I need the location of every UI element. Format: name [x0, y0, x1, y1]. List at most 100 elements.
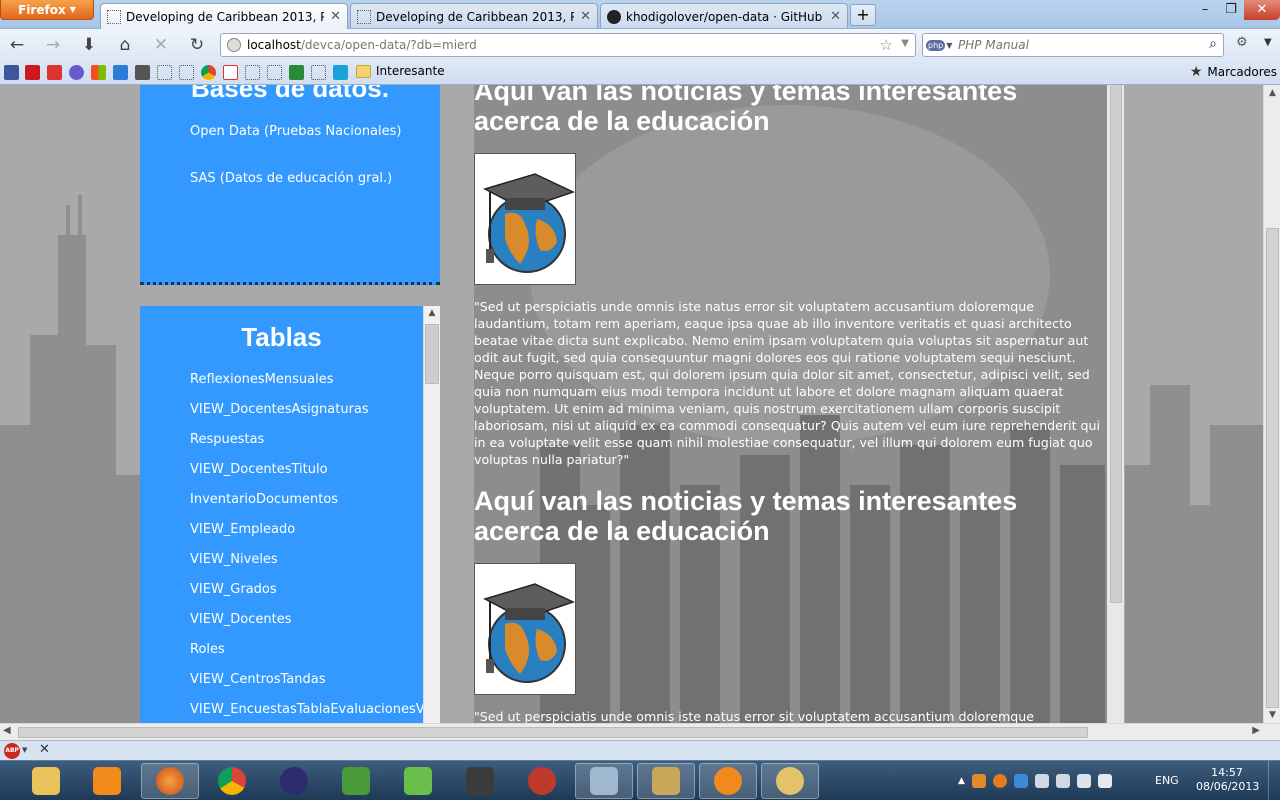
table-link[interactable]: Respuestas — [190, 432, 264, 447]
reload-icon[interactable]: ↻ — [186, 34, 208, 56]
back-icon[interactable]: ← — [6, 34, 28, 56]
table-link[interactable]: VIEW_Docentes — [190, 612, 292, 627]
bookmarks-menu-button[interactable]: ★ Marcadores — [1190, 64, 1277, 80]
search-engine-selector[interactable]: php ▼ — [926, 36, 954, 54]
close-window-button[interactable]: ✕ — [1244, 0, 1280, 20]
home-icon[interactable]: ⌂ — [114, 34, 136, 56]
table-link[interactable]: VIEW_DocentesTitulo — [190, 462, 328, 477]
table-link[interactable]: Roles — [190, 642, 225, 657]
network-icon[interactable] — [1055, 774, 1070, 788]
bookmark-star-icon[interactable]: ☆ — [880, 36, 893, 54]
volume-icon[interactable] — [1076, 774, 1091, 788]
page-icon[interactable] — [245, 65, 260, 80]
microsoft-icon[interactable] — [91, 65, 106, 80]
chevron-down-icon[interactable]: ▼ — [1264, 37, 1272, 48]
page-horizontal-scrollbar[interactable]: ◀ ▶ — [0, 723, 1280, 740]
table-link[interactable]: VIEW_Niveles — [190, 552, 278, 567]
chevron-up-icon[interactable]: ▲ — [958, 776, 965, 786]
language-indicator[interactable]: ENG — [1155, 774, 1179, 787]
show-desktop-button[interactable] — [1268, 761, 1280, 800]
addon-toolbar-icon[interactable]: ⚙ — [1236, 35, 1248, 50]
signal-icon[interactable] — [1097, 774, 1112, 788]
scroll-up-icon[interactable]: ▲ — [424, 308, 440, 318]
scrollbar-thumb[interactable] — [18, 727, 1088, 738]
minimize-button[interactable]: – — [1192, 0, 1218, 20]
chevron-down-icon[interactable]: ▼ — [22, 746, 27, 754]
search-icon[interactable]: ⌕ — [1209, 36, 1217, 52]
chrome-icon[interactable] — [201, 65, 216, 80]
facebook-icon[interactable] — [4, 65, 19, 80]
scrollbar-thumb[interactable] — [1110, 85, 1122, 603]
scrollbar-thumb[interactable] — [1266, 228, 1279, 708]
table-link[interactable]: ReflexionesMensuales — [190, 372, 334, 387]
tab-github[interactable]: khodigolover/open-data · GitHub ✕ — [600, 3, 848, 29]
scroll-right-icon[interactable]: ▶ — [1252, 725, 1260, 736]
taskbar-monitor[interactable] — [575, 763, 633, 799]
tab-developing-caribbean-1[interactable]: Developing de Caribbean 2013, Portal... … — [100, 3, 348, 29]
table-link[interactable]: VIEW_Empleado — [190, 522, 295, 537]
taskbar-media-player[interactable] — [78, 763, 136, 799]
page-icon[interactable] — [267, 65, 282, 80]
system-clock[interactable]: 14:57 08/06/2013 — [1196, 766, 1259, 794]
download-icon[interactable]: ⬇ — [78, 34, 100, 56]
url-bar[interactable]: localhost/devca/open-data/?db=mierd ☆ ▼ — [220, 33, 916, 57]
tray-app-icon[interactable] — [971, 774, 986, 788]
taskbar-eclipse[interactable] — [265, 763, 323, 799]
page-icon[interactable] — [179, 65, 194, 80]
firefox-menu-button[interactable]: Firefox ▼ — [0, 0, 94, 20]
page-icon[interactable] — [311, 65, 326, 80]
tab-title: Developing de Caribbean 2013, Portal... — [376, 9, 574, 24]
tray-app-icon[interactable] — [992, 774, 1007, 788]
taskbar-filezilla[interactable] — [513, 763, 571, 799]
tab-developing-caribbean-2[interactable]: Developing de Caribbean 2013, Portal... … — [350, 3, 598, 29]
table-link[interactable]: VIEW_Grados — [190, 582, 277, 597]
close-tab-icon[interactable]: ✕ — [330, 9, 341, 24]
bookmark-icon[interactable] — [113, 65, 128, 80]
chevron-down-icon[interactable]: ▼ — [901, 38, 909, 49]
close-addon-bar-icon[interactable]: ✕ — [39, 742, 50, 757]
youtube-icon[interactable] — [25, 65, 40, 80]
gmail-icon[interactable] — [223, 65, 238, 80]
sp-bookmark-icon[interactable] — [47, 65, 62, 80]
content-scrollbar[interactable] — [1107, 85, 1124, 723]
stop-icon[interactable]: ✕ — [150, 34, 172, 56]
scroll-left-icon[interactable]: ◀ — [3, 725, 11, 736]
page-vertical-scrollbar[interactable]: ▲ ▼ — [1263, 85, 1280, 723]
bookmark-icon[interactable] — [135, 65, 150, 80]
dropbox-icon[interactable] — [1013, 774, 1028, 788]
tables-scrollbar[interactable]: ▲ — [423, 306, 440, 723]
bookmark-icon[interactable] — [289, 65, 304, 80]
taskbar-firefox[interactable] — [141, 763, 199, 799]
new-tab-button[interactable]: + — [850, 4, 876, 26]
taskbar-editor[interactable] — [389, 763, 447, 799]
db-link-open-data[interactable]: Open Data (Pruebas Nacionales) — [140, 123, 440, 140]
bookmark-icon[interactable] — [69, 65, 84, 80]
taskbar-chrome[interactable] — [203, 763, 261, 799]
taskbar-paint[interactable] — [761, 763, 819, 799]
adblock-plus-icon[interactable]: ABP — [4, 743, 20, 759]
close-tab-icon[interactable]: ✕ — [580, 9, 591, 24]
taskbar-settings[interactable] — [699, 763, 757, 799]
restore-button[interactable]: ❐ — [1218, 0, 1244, 20]
forward-icon[interactable]: → — [42, 34, 64, 56]
table-link[interactable]: InventarioDocumentos — [190, 492, 338, 507]
taskbar-csharp[interactable] — [327, 763, 385, 799]
search-input[interactable] — [958, 38, 1198, 52]
scroll-down-icon[interactable]: ▼ — [1264, 710, 1280, 720]
table-link[interactable]: VIEW_CentrosTandas — [190, 672, 325, 687]
tray-app-icon[interactable] — [1034, 774, 1049, 788]
bookmark-folder-interesante[interactable]: Interesante — [356, 64, 445, 78]
close-tab-icon[interactable]: ✕ — [830, 9, 841, 24]
taskbar-sublime[interactable] — [451, 763, 509, 799]
media-player-icon — [93, 767, 121, 795]
search-bar[interactable]: php ▼ ⌕ — [922, 33, 1224, 57]
table-link[interactable]: VIEW_EncuestasTablaEvaluacionesVe — [190, 702, 432, 717]
page-icon[interactable] — [157, 65, 172, 80]
scroll-up-icon[interactable]: ▲ — [1264, 88, 1280, 98]
taskbar-tools[interactable] — [637, 763, 695, 799]
taskbar-explorer[interactable] — [17, 763, 75, 799]
scrollbar-thumb[interactable] — [425, 324, 439, 384]
db-link-sas[interactable]: SAS (Datos de educación gral.) — [190, 170, 392, 187]
table-link[interactable]: VIEW_DocentesAsignaturas — [190, 402, 369, 417]
vimeo-icon[interactable] — [333, 65, 348, 80]
